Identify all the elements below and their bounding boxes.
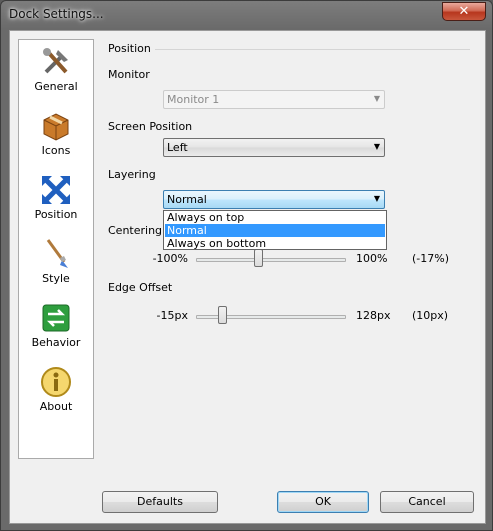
chevron-down-icon: ▼ xyxy=(373,142,380,151)
info-icon xyxy=(40,366,72,398)
group-title: Position xyxy=(108,42,155,55)
tools-icon xyxy=(40,46,72,78)
window-title: Dock Settings... xyxy=(9,7,104,21)
layering-dropdown-list: Always on top Normal Always on bottom xyxy=(163,210,387,250)
sidebar-item-behavior[interactable]: Behavior xyxy=(19,298,93,358)
layering-option-always-on-bottom[interactable]: Always on bottom xyxy=(165,237,385,250)
sidebar-item-label: General xyxy=(34,80,78,93)
monitor-select[interactable]: Monitor 1 ▼ xyxy=(163,90,385,109)
sidebar-item-label: Icons xyxy=(41,144,71,157)
paintbrush-icon xyxy=(40,238,72,270)
edge-offset-current-value: (10px) xyxy=(412,309,449,322)
sidebar-item-about[interactable]: About xyxy=(19,362,93,422)
screen-position-label: Screen Position xyxy=(108,120,193,133)
ok-button[interactable]: OK xyxy=(277,491,369,513)
centering-label: Centering xyxy=(108,224,163,237)
layering-label: Layering xyxy=(108,168,156,181)
centering-slider-row: -100% 100% (-17%) xyxy=(108,249,476,269)
monitor-label: Monitor xyxy=(108,68,150,81)
close-button[interactable]: ✕ xyxy=(442,2,486,21)
sidebar-item-label: Position xyxy=(34,208,78,221)
edge-offset-slider-row: -15px 128px (10px) xyxy=(108,306,476,326)
swap-arrows-icon xyxy=(40,302,72,334)
edge-offset-max-label: 128px xyxy=(356,309,391,322)
package-icon xyxy=(40,110,72,142)
settings-window: Dock Settings... ✕ General Icons Positio… xyxy=(0,0,493,531)
edge-offset-min-label: -15px xyxy=(156,309,188,322)
cancel-button[interactable]: Cancel xyxy=(380,491,474,513)
sidebar-item-general[interactable]: General xyxy=(19,42,93,102)
sidebar-item-style[interactable]: Style xyxy=(19,234,93,294)
screen-position-select[interactable]: Left ▼ xyxy=(163,138,385,157)
layering-select-value: Normal xyxy=(167,193,207,206)
sidebar-item-icons[interactable]: Icons xyxy=(19,106,93,166)
centering-min-label: -100% xyxy=(152,252,188,265)
sidebar-item-label: Style xyxy=(42,272,70,285)
sidebar-item-position[interactable]: Position xyxy=(19,170,93,230)
screen-position-select-value: Left xyxy=(167,141,188,154)
monitor-select-value: Monitor 1 xyxy=(167,93,220,106)
layering-option-normal[interactable]: Normal xyxy=(165,224,385,237)
chevron-down-icon: ▼ xyxy=(373,194,380,203)
edge-offset-label: Edge Offset xyxy=(108,281,173,294)
sidebar-item-label: About xyxy=(39,400,73,413)
chevron-down-icon: ▼ xyxy=(373,94,380,103)
client-area: General Icons Position Style Behavior Ab… xyxy=(9,30,486,524)
group-divider xyxy=(148,49,470,50)
edge-offset-slider-thumb[interactable] xyxy=(218,306,228,324)
layering-select[interactable]: Normal ▼ xyxy=(163,190,385,209)
sidebar: General Icons Position Style Behavior Ab… xyxy=(18,39,94,459)
sidebar-item-label: Behavior xyxy=(31,336,81,349)
layering-option-always-on-top[interactable]: Always on top xyxy=(165,211,385,224)
centering-slider-track[interactable] xyxy=(196,258,346,262)
position-panel: Position Monitor Monitor 1 ▼ Screen Posi… xyxy=(108,42,476,447)
close-icon: ✕ xyxy=(458,4,470,19)
centering-current-value: (-17%) xyxy=(412,252,450,265)
defaults-button[interactable]: Defaults xyxy=(102,491,218,513)
centering-max-label: 100% xyxy=(356,252,388,265)
centering-slider-thumb[interactable] xyxy=(254,249,264,267)
move-arrows-icon xyxy=(40,174,72,206)
